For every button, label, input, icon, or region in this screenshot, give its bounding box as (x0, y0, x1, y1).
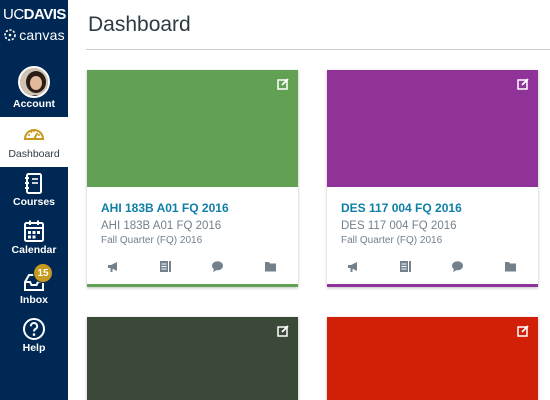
nav-dashboard-label: Dashboard (8, 148, 60, 160)
course-card-term: Fall Quarter (FQ) 2016 (341, 235, 443, 246)
card-options-icon[interactable] (517, 325, 529, 337)
header-divider (86, 49, 550, 50)
course-card-hero[interactable] (327, 317, 538, 400)
course-card-code: AHI 183B A01 FQ 2016 (101, 220, 222, 232)
files-icon[interactable] (264, 260, 277, 273)
nav-help-label: Help (22, 342, 46, 354)
course-card-color-bar (327, 284, 538, 287)
discussions-icon[interactable] (211, 260, 224, 273)
page-title: Dashboard (88, 13, 191, 36)
nav-calendar-label: Calendar (11, 244, 57, 256)
avatar (18, 66, 50, 98)
course-card-title[interactable]: DES 117 004 FQ 2016 (341, 201, 462, 215)
assignments-icon[interactable] (399, 260, 412, 273)
course-card-hero[interactable] (327, 70, 538, 187)
discussions-icon[interactable] (451, 260, 464, 273)
course-card[interactable] (327, 317, 538, 400)
canvas-wordmark: canvas (2, 27, 66, 45)
inbox-unread-badge: 15 (33, 263, 53, 283)
announcements-icon[interactable] (107, 260, 120, 273)
nav-help[interactable]: Help (0, 316, 68, 358)
dashboard-icon (23, 129, 45, 140)
course-card[interactable]: AHI 183B A01 FQ 2016 AHI 183B A01 FQ 201… (87, 70, 298, 287)
card-options-icon[interactable] (277, 325, 289, 337)
files-icon[interactable] (504, 260, 517, 273)
avatar-photo (20, 68, 48, 96)
nav-courses[interactable]: Courses (0, 170, 68, 212)
nav-account-label: Account (13, 98, 55, 110)
card-options-icon[interactable] (277, 78, 289, 90)
nav-courses-label: Courses (12, 196, 55, 208)
course-card-hero[interactable] (87, 70, 298, 187)
course-card[interactable]: DES 117 004 FQ 2016 DES 117 004 FQ 2016 … (327, 70, 538, 287)
course-card-actions (87, 260, 298, 276)
course-card-code: DES 117 004 FQ 2016 (341, 220, 457, 232)
global-nav: UCDAVIS canvas Account Dashboard Courses… (0, 0, 68, 400)
course-card-actions (327, 260, 538, 276)
announcements-icon[interactable] (347, 260, 360, 273)
canvas-icon (4, 29, 17, 41)
nav-inbox-label: Inbox (20, 294, 48, 306)
courses-icon (25, 173, 42, 194)
course-card-title[interactable]: AHI 183B A01 FQ 2016 (101, 201, 229, 215)
logo-davis-text: DAVIS (23, 6, 67, 23)
app: UCDAVIS canvas Account Dashboard Courses… (0, 0, 550, 400)
nav-calendar[interactable]: Calendar (0, 218, 68, 260)
uc-davis-canvas-logo[interactable]: UCDAVIS canvas (0, 0, 68, 52)
course-card[interactable] (87, 317, 298, 400)
course-card-hero[interactable] (87, 317, 298, 400)
card-options-icon[interactable] (517, 78, 529, 90)
course-card-term: Fall Quarter (FQ) 2016 (101, 235, 203, 246)
canvas-word: canvas (19, 27, 65, 43)
help-icon (23, 318, 45, 340)
nav-dashboard[interactable]: Dashboard (0, 117, 68, 167)
nav-account[interactable]: Account (0, 62, 68, 114)
calendar-icon (24, 220, 44, 242)
assignments-icon[interactable] (159, 260, 172, 273)
logo-uc-text: UC (3, 6, 24, 23)
uc-davis-wordmark: UCDAVIS (3, 6, 67, 23)
course-card-color-bar (87, 284, 298, 287)
